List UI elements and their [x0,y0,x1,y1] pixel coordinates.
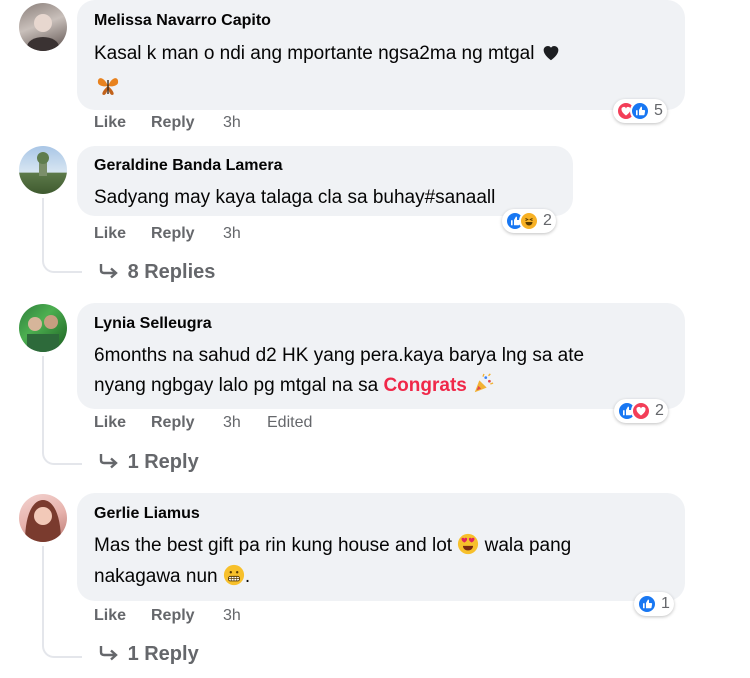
reaction-count: 2 [543,212,552,229]
avatar[interactable] [19,494,67,542]
comment-text-line: 6months na sahud d2 HK yang pera.kaya ba… [94,345,585,366]
comment-text: nyang ngbgay lalo pg mtgal na sa Congrat… [94,370,494,401]
avatar[interactable] [19,3,67,51]
edited-label[interactable]: Edited [267,414,312,432]
comment-text-line: nakagawa nun [94,566,218,587]
grimace-emoji [223,564,244,586]
avatar[interactable] [19,304,67,352]
timestamp[interactable]: 3h [223,114,241,132]
replies-label: 1 Reply [127,643,199,665]
heart-eyes-emoji [458,533,479,555]
view-replies-button[interactable]: 8 Replies [96,261,215,284]
reply-arrow-icon [99,264,118,279]
avatar[interactable] [19,146,67,194]
comment-text: Mas the best gift pa rin kung house and … [94,530,571,561]
comment-text: Kasal k man o ndi ang mportante ngsa2ma … [94,38,562,69]
reply-button[interactable]: Reply [151,607,195,625]
replies-label: 8 Replies [127,261,216,283]
reaction-summary[interactable]: 2 [614,399,668,423]
reply-button[interactable]: Reply [151,414,195,432]
thread-line [42,198,82,273]
timestamp[interactable]: 3h [223,225,241,243]
like-button[interactable]: Like [94,414,126,432]
comment-text-line: . [244,566,251,587]
love-reaction-icon [631,401,651,421]
like-button[interactable]: Like [94,607,126,625]
party-popper-emoji [474,373,494,393]
reply-button[interactable]: Reply [151,225,195,243]
avatar-photo [37,152,49,176]
reply-arrow-icon [99,454,118,469]
comment-author[interactable]: Gerlie Liamus [94,505,200,523]
reply-arrow-icon [99,646,118,661]
thread-line [42,356,82,465]
avatar-photo [27,315,59,352]
reaction-summary[interactable]: 1 [634,592,674,616]
comment-text-line: Kasal k man o ndi ang mportante ngsa2ma … [94,43,535,64]
timestamp[interactable]: 3h [223,607,241,625]
reply-button[interactable]: Reply [151,114,195,132]
comment-text: nakagawa nun . [94,561,250,592]
avatar-photo [27,14,59,51]
replies-label: 1 Reply [127,451,199,473]
like-reaction-icon [630,101,650,121]
comment-text-line: nyang ngbgay lalo pg mtgal na sa [94,375,379,396]
comment-text-line: Mas the best gift pa rin kung house and … [94,535,453,556]
comment-text-line: wala pang [484,535,572,556]
comment-author[interactable]: Lynia Selleugra [94,315,212,333]
view-replies-button[interactable]: 1 Reply [96,643,199,666]
congrats-highlight[interactable]: Congrats [383,375,466,396]
reaction-count: 2 [655,402,664,419]
timestamp[interactable]: 3h [223,414,241,432]
avatar-photo [25,500,61,542]
comment-text: Sadyang may kaya talaga cla sa buhay#san… [94,187,496,208]
reaction-summary[interactable]: 5 [613,99,667,123]
reaction-summary[interactable]: 2 [502,209,556,233]
black-heart-emoji [543,46,559,61]
like-button[interactable]: Like [94,114,126,132]
butterfly-emoji [96,75,120,102]
thread-line [42,546,82,658]
comment-author[interactable]: Melissa Navarro Capito [94,12,271,30]
reaction-count: 5 [654,102,663,119]
like-reaction-icon [637,594,657,614]
view-replies-button[interactable]: 1 Reply [96,451,199,474]
reaction-count: 1 [661,595,670,612]
haha-reaction-icon [519,211,539,231]
like-button[interactable]: Like [94,225,126,243]
comment-author[interactable]: Geraldine Banda Lamera [94,157,283,175]
